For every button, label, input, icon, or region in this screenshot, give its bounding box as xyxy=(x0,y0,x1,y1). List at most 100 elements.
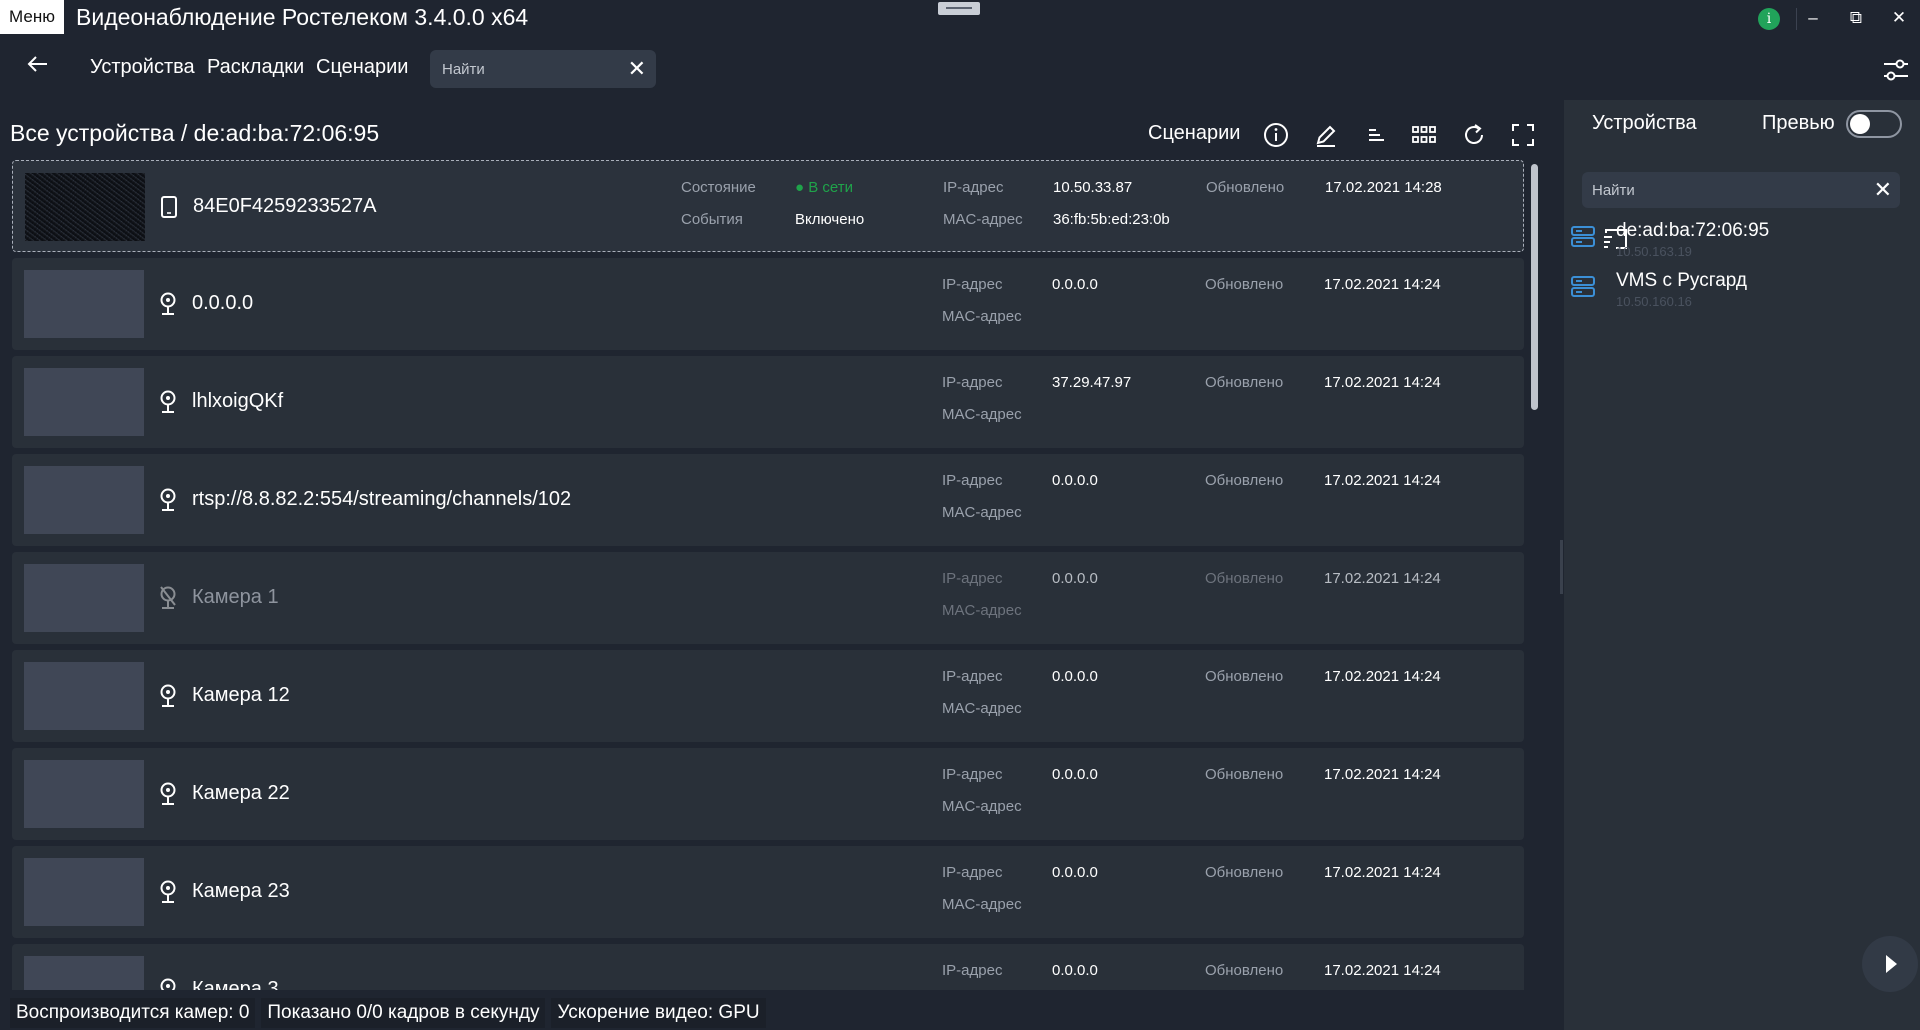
ip-label: IP-адрес xyxy=(942,864,1003,881)
updated-label: Обновлено xyxy=(1205,766,1284,783)
device-name: 0.0.0.0 xyxy=(192,292,254,314)
restore-button[interactable]: ⧉ xyxy=(1842,4,1870,32)
device-row[interactable]: 84E0F4259233527A Состояние ● В сети Собы… xyxy=(12,160,1524,252)
events-label: События xyxy=(681,211,743,228)
device-name: Камера 3 xyxy=(192,978,279,990)
info-icon[interactable]: i xyxy=(1758,8,1780,30)
refresh-icon[interactable] xyxy=(1459,120,1489,150)
updated-label: Обновлено xyxy=(1205,276,1284,293)
grid-icon[interactable] xyxy=(1409,120,1439,150)
tree-item-server[interactable]: VMS с Русгард 10.50.160.16 xyxy=(1564,268,1920,314)
panel-resize-handle[interactable] xyxy=(1560,540,1563,594)
device-row[interactable]: Камера 12 IP-адрес 0.0.0.0 MAC-адрес Обн… xyxy=(12,650,1524,742)
nav-layouts[interactable]: Раскладки xyxy=(207,56,304,79)
camera-icon xyxy=(158,388,178,416)
panel-search-box: ✕ xyxy=(1582,172,1900,208)
ip-value: 0.0.0.0 xyxy=(1052,766,1098,783)
drag-handle[interactable] xyxy=(938,2,980,15)
panel-title: Устройства xyxy=(1592,112,1697,134)
tree-item-server[interactable]: de:ad:ba:72:06:95 10.50.163.19 xyxy=(1564,218,1920,264)
status-bar: Воспроизводится камер: 0 Показано 0/0 ка… xyxy=(10,998,766,1028)
title-bar: Меню Видеонаблюдение Ростелеком 3.4.0.0 … xyxy=(0,0,1920,34)
ip-label: IP-адрес xyxy=(942,962,1003,979)
updated-label: Обновлено xyxy=(1206,179,1285,196)
ip-value: 0.0.0.0 xyxy=(1052,472,1098,489)
search-input[interactable] xyxy=(442,58,618,80)
divider xyxy=(1796,8,1797,30)
ip-value: 0.0.0.0 xyxy=(1052,864,1098,881)
mac-label: MAC-адрес xyxy=(942,798,1022,815)
updated-value: 17.02.2021 14:24 xyxy=(1324,766,1441,783)
updated-value: 17.02.2021 14:24 xyxy=(1324,472,1441,489)
mac-label: MAC-адрес xyxy=(942,896,1022,913)
close-button[interactable]: ✕ xyxy=(1885,4,1913,32)
server-icon xyxy=(1570,274,1596,300)
mac-label: MAC-адрес xyxy=(942,406,1022,423)
device-name: 84E0F4259233527A xyxy=(193,195,377,217)
device-preview xyxy=(24,368,144,436)
edit-icon[interactable] xyxy=(1311,120,1341,150)
updated-label: Обновлено xyxy=(1205,864,1284,881)
device-row[interactable]: 0.0.0.0 IP-адрес 0.0.0.0 MAC-адрес Обнов… xyxy=(12,258,1524,350)
play-icon[interactable] xyxy=(1862,936,1918,992)
status-fps: Показано 0/0 кадров в секунду xyxy=(261,998,546,1028)
tree-item-address: 10.50.160.16 xyxy=(1616,294,1692,309)
ip-label: IP-адрес xyxy=(942,668,1003,685)
ip-label: IP-адрес xyxy=(942,276,1003,293)
status-online: ● В сети xyxy=(795,179,853,196)
clear-search-icon[interactable]: ✕ xyxy=(1874,176,1892,204)
camera-icon xyxy=(158,486,178,514)
clear-search-icon[interactable]: ✕ xyxy=(628,55,646,83)
main-area: Все устройства / de:ad:ba:72:06:95 Сцена… xyxy=(0,100,1562,1030)
fullscreen-icon[interactable] xyxy=(1508,120,1538,150)
server-icon xyxy=(1570,224,1596,250)
mac-label: MAC-адрес xyxy=(942,602,1022,619)
device-row[interactable]: lhlxoigQKf IP-адрес 37.29.47.97 MAC-адре… xyxy=(12,356,1524,448)
device-row[interactable]: Камера 1 IP-адрес 0.0.0.0 MAC-адрес Обно… xyxy=(12,552,1524,644)
back-arrow-icon[interactable] xyxy=(26,52,50,82)
state-label: Состояние xyxy=(681,179,756,196)
app-title: Видеонаблюдение Ростелеком 3.4.0.0 x64 xyxy=(76,4,529,30)
tree-item-label: de:ad:ba:72:06:95 xyxy=(1616,220,1770,241)
device-preview xyxy=(24,564,144,632)
panel-search-input[interactable] xyxy=(1592,180,1852,200)
right-panel: Устройства Превью ✕ de:ad:ba:72:06:95 10… xyxy=(1564,100,1920,1030)
info-icon[interactable] xyxy=(1261,120,1291,150)
device-row[interactable]: Камера 23 IP-адрес 0.0.0.0 MAC-адрес Обн… xyxy=(12,846,1524,938)
menu-button[interactable]: Меню xyxy=(0,0,64,34)
device-list: 84E0F4259233527A Состояние ● В сети Собы… xyxy=(12,160,1526,990)
camera-icon xyxy=(158,780,178,808)
updated-label: Обновлено xyxy=(1205,668,1284,685)
preview-toggle[interactable] xyxy=(1846,110,1902,138)
camera-offline-icon xyxy=(158,584,178,612)
tree-item-label: VMS с Русгард xyxy=(1616,270,1747,291)
device-preview xyxy=(24,270,144,338)
updated-value: 17.02.2021 14:24 xyxy=(1324,276,1441,293)
device-preview xyxy=(24,662,144,730)
updated-value: 17.02.2021 14:24 xyxy=(1324,570,1441,587)
events-value: Включено xyxy=(795,211,865,228)
camera-icon xyxy=(158,290,178,318)
device-row[interactable]: Камера 22 IP-адрес 0.0.0.0 MAC-адрес Обн… xyxy=(12,748,1524,840)
updated-label: Обновлено xyxy=(1205,374,1284,391)
updated-label: Обновлено xyxy=(1205,570,1284,587)
settings-sliders-icon[interactable] xyxy=(1882,58,1910,82)
ip-value: 0.0.0.0 xyxy=(1052,276,1098,293)
nav-scenarios[interactable]: Сценарии xyxy=(316,56,408,79)
device-row[interactable]: Камера 3 IP-адрес 0.0.0.0 Обновлено 17.0… xyxy=(12,944,1524,990)
ip-label: IP-адрес xyxy=(942,374,1003,391)
updated-value: 17.02.2021 14:24 xyxy=(1324,668,1441,685)
device-row[interactable]: rtsp://8.8.82.2:554/streaming/channels/1… xyxy=(12,454,1524,546)
device-preview xyxy=(24,956,144,990)
scenarios-button[interactable]: Сценарии xyxy=(1148,122,1240,145)
ip-value: 0.0.0.0 xyxy=(1052,668,1098,685)
sort-icon[interactable] xyxy=(1361,120,1391,150)
updated-value: 17.02.2021 14:24 xyxy=(1324,962,1441,979)
minimize-button[interactable]: – xyxy=(1799,4,1827,32)
scrollbar[interactable] xyxy=(1531,164,1538,410)
device-name: rtsp://8.8.82.2:554/streaming/channels/1… xyxy=(192,488,572,510)
nav-devices[interactable]: Устройства xyxy=(90,56,195,79)
ip-label: IP-адрес xyxy=(943,179,1004,196)
tree-item-address: 10.50.163.19 xyxy=(1616,244,1692,259)
camera-icon xyxy=(158,878,178,906)
